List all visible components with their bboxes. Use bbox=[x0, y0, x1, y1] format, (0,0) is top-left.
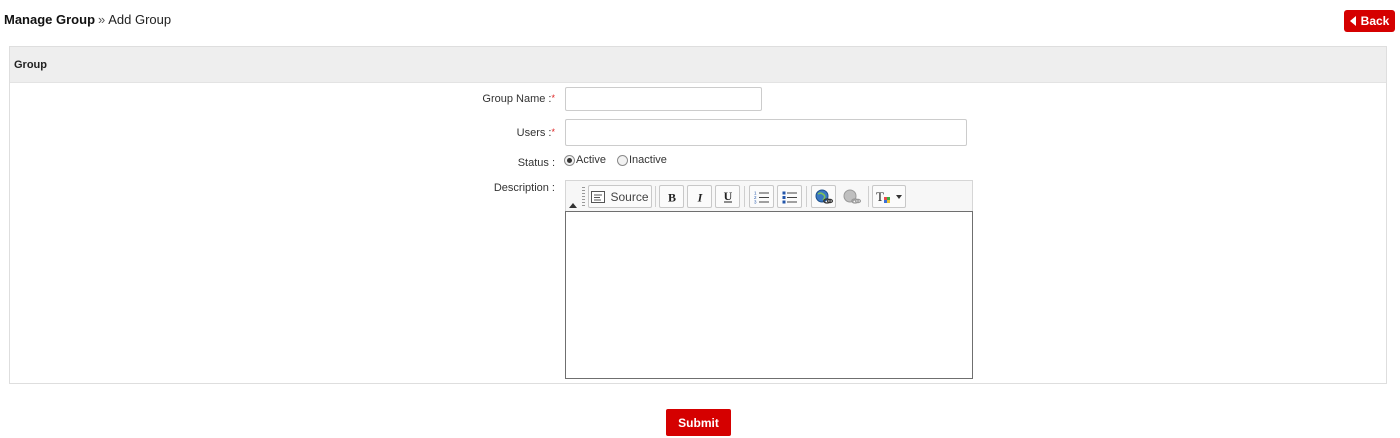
panel-title: Group bbox=[10, 47, 1386, 83]
description-editor: Source B I U 1 2 3 T bbox=[565, 180, 973, 379]
toolbar-separator bbox=[744, 186, 745, 207]
toolbar-grip-icon bbox=[582, 187, 585, 206]
numbered-list-icon: 1 2 3 bbox=[754, 190, 769, 204]
bold-icon: B bbox=[667, 191, 675, 203]
status-label: Status : bbox=[517, 157, 555, 169]
group-name-input[interactable] bbox=[565, 87, 762, 111]
group-name-label: Group Name :* bbox=[355, 93, 555, 105]
svg-text:3: 3 bbox=[754, 199, 757, 204]
underline-button[interactable]: U bbox=[715, 185, 740, 208]
status-inactive-radio[interactable] bbox=[616, 154, 628, 166]
required-mark: * bbox=[551, 127, 555, 137]
description-label: Description : bbox=[493, 182, 555, 194]
breadcrumb-separator: » bbox=[98, 12, 106, 27]
toolbar-separator bbox=[868, 186, 869, 207]
remove-format-button[interactable]: T bbox=[872, 185, 906, 208]
remove-format-icon: T bbox=[876, 189, 890, 204]
breadcrumb-parent[interactable]: Manage Group bbox=[4, 12, 95, 27]
bulleted-list-button[interactable] bbox=[777, 185, 802, 208]
numbered-list-button[interactable]: 1 2 3 bbox=[749, 185, 774, 208]
svg-text:I: I bbox=[696, 191, 703, 203]
italic-button[interactable]: I bbox=[687, 185, 712, 208]
breadcrumb-current: Add Group bbox=[108, 12, 172, 27]
group-name-label-text: Group Name : bbox=[482, 93, 552, 105]
submit-button[interactable]: Submit bbox=[666, 409, 731, 436]
users-label: Users :* bbox=[355, 127, 555, 139]
svg-text:T: T bbox=[876, 189, 884, 204]
status-active-label[interactable]: Active bbox=[576, 154, 606, 166]
underline-icon: U bbox=[723, 190, 732, 203]
svg-text:B: B bbox=[667, 191, 675, 203]
toolbar-separator bbox=[806, 186, 807, 207]
status-inactive-label[interactable]: Inactive bbox=[629, 154, 667, 166]
users-label-text: Users : bbox=[516, 127, 552, 139]
toolbar-collapse-icon[interactable] bbox=[569, 203, 577, 208]
description-textarea[interactable] bbox=[565, 211, 973, 379]
back-arrow-icon bbox=[1349, 16, 1356, 26]
back-button[interactable]: Back bbox=[1344, 10, 1395, 32]
unlink-button[interactable] bbox=[839, 185, 864, 208]
editor-toolbar: Source B I U 1 2 3 T bbox=[565, 180, 973, 211]
bold-button[interactable]: B bbox=[659, 185, 684, 208]
status-active-radio[interactable] bbox=[564, 154, 575, 166]
chevron-down-icon bbox=[896, 194, 902, 199]
breadcrumb: Manage Group» Add Group bbox=[4, 12, 171, 27]
svg-text:U: U bbox=[723, 190, 732, 203]
required-mark: * bbox=[551, 93, 555, 103]
unlink-icon bbox=[843, 189, 861, 204]
status-radio-group: Active Inactive bbox=[564, 154, 667, 166]
source-button[interactable]: Source bbox=[588, 185, 652, 208]
toolbar-separator bbox=[655, 186, 656, 207]
italic-icon: I bbox=[696, 191, 703, 203]
source-button-label: Source bbox=[610, 189, 649, 204]
group-panel: Group Group Name :* Users :* Status : Ac… bbox=[9, 46, 1387, 384]
users-input[interactable] bbox=[565, 119, 967, 146]
source-icon bbox=[591, 190, 606, 203]
link-icon bbox=[815, 189, 833, 204]
back-button-label: Back bbox=[1360, 14, 1390, 28]
link-button[interactable] bbox=[811, 185, 836, 208]
bulleted-list-icon bbox=[782, 191, 797, 203]
